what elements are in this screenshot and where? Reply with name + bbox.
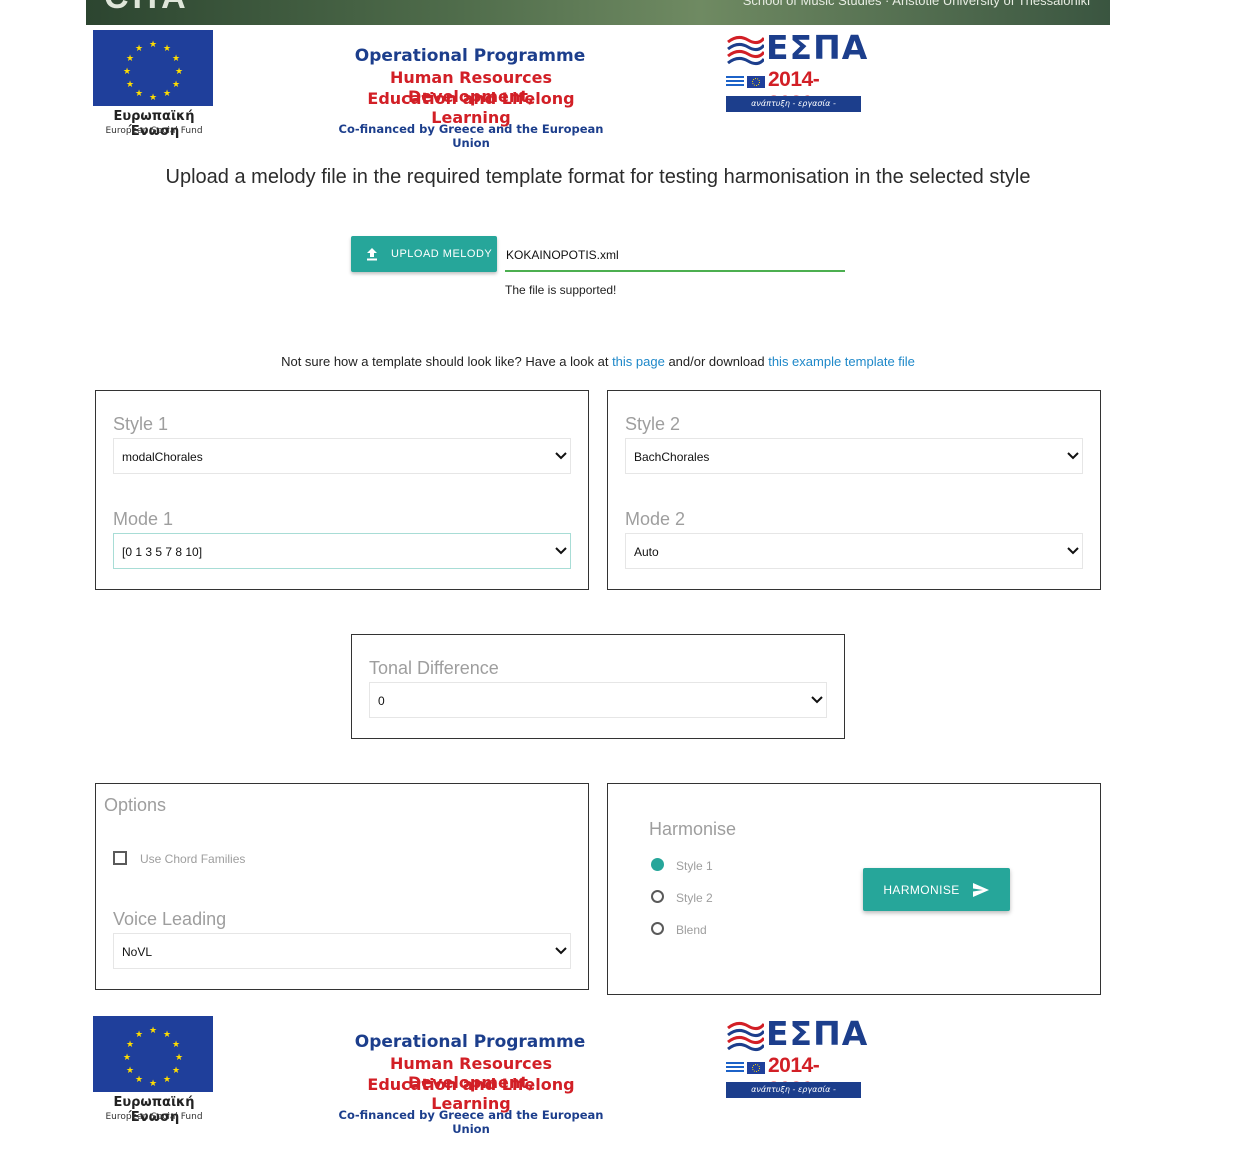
svg-text:★: ★ [163,1075,171,1085]
svg-text:★: ★ [175,1053,183,1063]
mode2-select[interactable]: Auto [625,533,1083,569]
svg-text:★: ★ [149,1026,157,1036]
svg-text:★: ★ [126,80,134,90]
example-template-link[interactable]: this example template file [768,354,915,369]
svg-text:★: ★ [172,54,180,64]
header-banner: CHA School of Music Studies · Aristotle … [86,0,1110,25]
logo-strip-top: ★ ★ ★ ★ ★ ★ ★ ★ ★ ★ ★ ★ Ευρωπαϊκή Ένωση European… [0,28,1245,150]
mode1-label: Mode 1 [113,509,174,529]
chord-families-checkbox[interactable] [113,851,127,865]
upload-melody-label: UPLOAD MELODY [391,248,493,260]
svg-text:★: ★ [175,67,183,77]
svg-text:★: ★ [126,1066,134,1076]
style1-label: Style 1 [113,414,169,434]
banner-caption: School of Music Studies · Aristotle Univ… [742,0,1090,8]
harmonise-title: Harmonise [649,819,737,839]
espa-word: ΕΣΠΑ [766,28,869,67]
svg-text:★: ★ [135,44,143,54]
svg-text:★: ★ [126,54,134,64]
svg-text:★: ★ [126,1040,134,1050]
voice-leading-select[interactable]: NoVL [113,933,571,969]
voice-leading-label: Voice Leading [113,909,227,929]
upload-melody-button[interactable]: UPLOAD MELODY [351,236,497,272]
upload-icon [367,248,377,261]
radio-style1[interactable] [651,858,664,871]
options-title: Options [104,795,167,815]
radio-blend[interactable] [651,922,664,935]
espa-waves-icon [727,35,764,66]
espa-flags-icon [726,1062,765,1074]
tonal-label: Tonal Difference [369,658,499,678]
espa-flags-icon [726,76,765,88]
svg-text:★: ★ [163,89,171,99]
eu-flag-logo: ★ ★ ★ ★ ★ ★ ★ ★ ★ ★ ★ ★ [93,1016,213,1092]
svg-text:★: ★ [163,1030,171,1040]
op-title: Operational Programme [354,1032,586,1052]
file-path-input[interactable] [505,240,845,272]
harmonise-button[interactable]: HARMONISE [863,868,1010,911]
radio-style1-label[interactable]: Style 1 [676,859,713,873]
style2-select[interactable]: BachChorales [625,438,1083,474]
op-cofinanced: Co-financed by Greece and the European U… [338,122,604,150]
radio-style2-label[interactable]: Style 2 [676,891,713,905]
send-icon [972,882,989,897]
svg-text:★: ★ [149,40,157,50]
espa-logo: ΕΣΠΑ 2014-2020 ανάπτυξη - εργασία - αλλη… [726,1014,867,1110]
svg-text:★: ★ [172,1040,180,1050]
harmonise-button-label: HARMONISE [883,882,960,897]
op-cofinanced: Co-financed by Greece and the European U… [338,1108,604,1136]
radio-style2[interactable] [651,890,664,903]
mode2-label: Mode 2 [625,509,686,529]
file-status-text: The file is supported! [505,283,617,297]
template-help-text: Not sure how a template should look like… [0,354,1196,369]
eu-flag-logo: ★ ★ ★ ★ ★ ★ ★ ★ ★ ★ ★ ★ [93,30,213,106]
this-page-link[interactable]: this page [612,354,665,369]
svg-text:★: ★ [149,93,157,103]
espa-word: ΕΣΠΑ [766,1014,869,1053]
banner-logo: CHA [104,0,190,17]
tonal-select[interactable]: 0 [369,682,827,718]
style1-select[interactable]: modalChorales [113,438,571,474]
espa-tagline: ανάπτυξη - εργασία - αλληλεγγύη [726,1082,861,1110]
svg-text:★: ★ [123,67,131,77]
eu-stars-icon: ★ ★★ ★★★ ★★★ ★★★ [123,40,183,103]
espa-tagline: ανάπτυξη - εργασία - αλληλεγγύη [726,96,861,124]
svg-text:★: ★ [135,89,143,99]
page-headline: Upload a melody file in the required tem… [165,166,1031,188]
eu-subtitle: European Social Fund [105,1112,203,1122]
mode1-select[interactable]: [0 1 3 5 7 8 10] [113,533,571,569]
svg-text:★: ★ [172,1066,180,1076]
harmonise-panel [607,783,1101,995]
help-middle: and/or download [668,354,765,369]
svg-text:★: ★ [135,1030,143,1040]
espa-logo: ΕΣΠΑ 2014-2020 ανάπτυξη - εργασία - αλλη… [726,28,867,124]
logo-strip-bottom: ★ ★ ★ ★ ★ ★ ★ ★ ★ ★ ★ ★ Ευρωπαϊκή Ένωση European… [0,1014,1245,1136]
svg-text:★: ★ [172,80,180,90]
radio-blend-label[interactable]: Blend [676,923,707,937]
svg-text:★: ★ [149,1079,157,1089]
svg-text:★: ★ [123,1053,131,1063]
svg-text:★: ★ [163,44,171,54]
help-prefix: Not sure how a template should look like… [281,354,609,369]
eu-subtitle: European Social Fund [105,126,203,136]
eu-stars-icon: ★ ★★ ★★★ ★★★ ★★★ [123,1026,183,1089]
espa-waves-icon [727,1021,764,1052]
op-title: Operational Programme [354,46,586,66]
chord-families-label[interactable]: Use Chord Families [140,852,245,866]
style2-label: Style 2 [625,414,681,434]
svg-text:★: ★ [135,1075,143,1085]
